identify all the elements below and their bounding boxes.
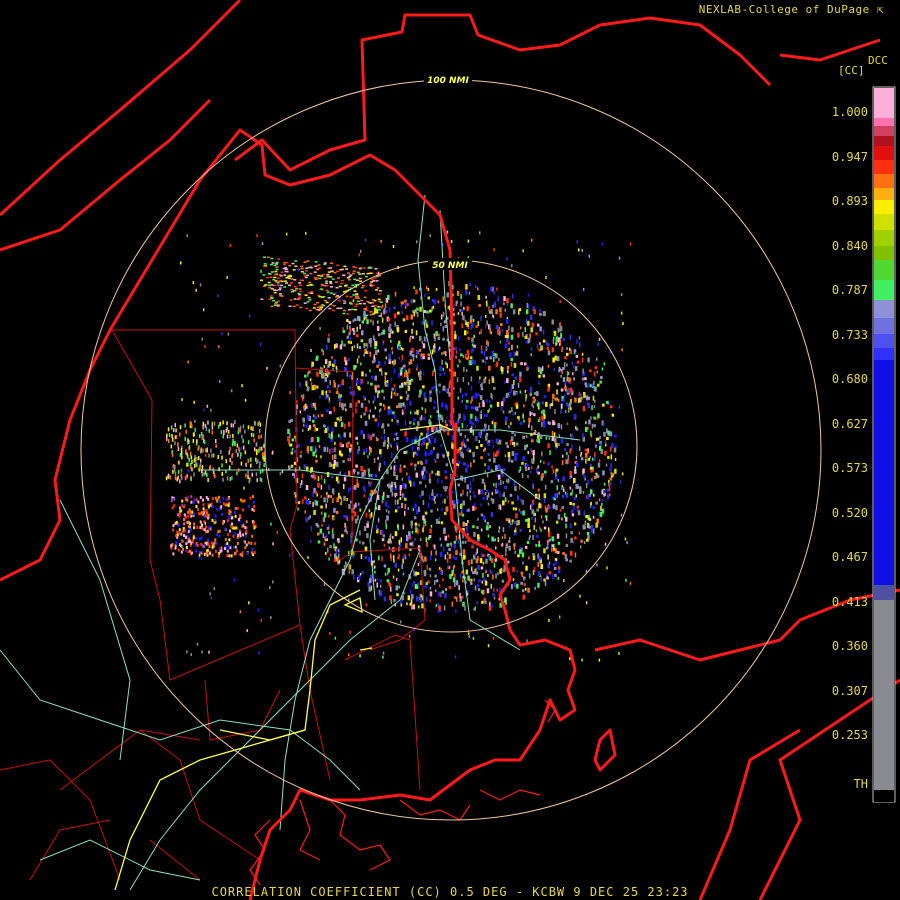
colorbar-band (874, 88, 894, 118)
colorbar-band (874, 790, 894, 802)
colorbar-unit: [CC] (838, 64, 865, 77)
colorbar-tick-label: 0.413 (831, 594, 868, 609)
colorbar-tick-label: 0.733 (831, 327, 868, 342)
ring-100nmi-label: 100 NMI (427, 76, 469, 86)
colorbar-band (874, 334, 894, 348)
colorbar-tick-label: 0.893 (831, 194, 868, 208)
colorbar-tick-label: 0.947 (831, 149, 868, 164)
credit-text: NEXLAB-College of DuPage ⇱ (699, 3, 884, 16)
colorbar-band (874, 246, 894, 260)
colorbar-band (874, 160, 894, 174)
colorbar-band (874, 188, 894, 200)
colorbar-band (874, 230, 894, 246)
colorbar-tick-label: 1.000 (831, 105, 868, 119)
colorbar-band (874, 174, 894, 188)
colorbar-band (874, 146, 894, 160)
colorbar-tick-label: 0.573 (831, 461, 868, 475)
corner-arrow-icon: ⇱ (876, 3, 884, 16)
colorbar-tick-label: 0.787 (831, 283, 868, 297)
colorbar-band (874, 360, 894, 585)
colorbar-band (874, 600, 894, 790)
colorbar-tick-label: 0.307 (831, 683, 868, 698)
colorbar-band (874, 348, 894, 360)
colorbar-tick-label: 0.680 (831, 372, 868, 386)
product-caption: CORRELATION COEFFICIENT (CC) 0.5 DEG - K… (211, 885, 689, 899)
colorbar (872, 86, 896, 803)
colorbar-band (874, 585, 894, 600)
colorbar-tick-label: 0.360 (831, 639, 868, 653)
colorbar-tick-label: 0.627 (831, 416, 868, 431)
colorbar-tick-label: 0.520 (831, 505, 868, 520)
colorbar-band (874, 300, 894, 318)
colorbar-tick-label: 0.253 (831, 728, 868, 742)
colorbar-tick-label: 0.467 (831, 550, 868, 564)
colorbar-band (874, 280, 894, 300)
colorbar-tick-label: TH (853, 776, 868, 791)
colorbar-band (874, 200, 894, 214)
colorbar-band (874, 214, 894, 230)
colorbar-tick-label: 0.840 (831, 238, 868, 253)
colorbar-band (874, 136, 894, 146)
ring-50nmi-label: 50 NMI (432, 261, 468, 271)
colorbar-band (874, 118, 894, 126)
colorbar-bands (874, 88, 894, 802)
credit-label: NEXLAB-College of DuPage (698, 3, 870, 16)
radar-map[interactable]: 100 NMI 50 NMI (0, 0, 900, 900)
colorbar-band (874, 126, 894, 136)
colorbar-band (874, 318, 894, 334)
colorbar-product: DCC (868, 54, 888, 67)
colorbar-band (874, 260, 894, 280)
